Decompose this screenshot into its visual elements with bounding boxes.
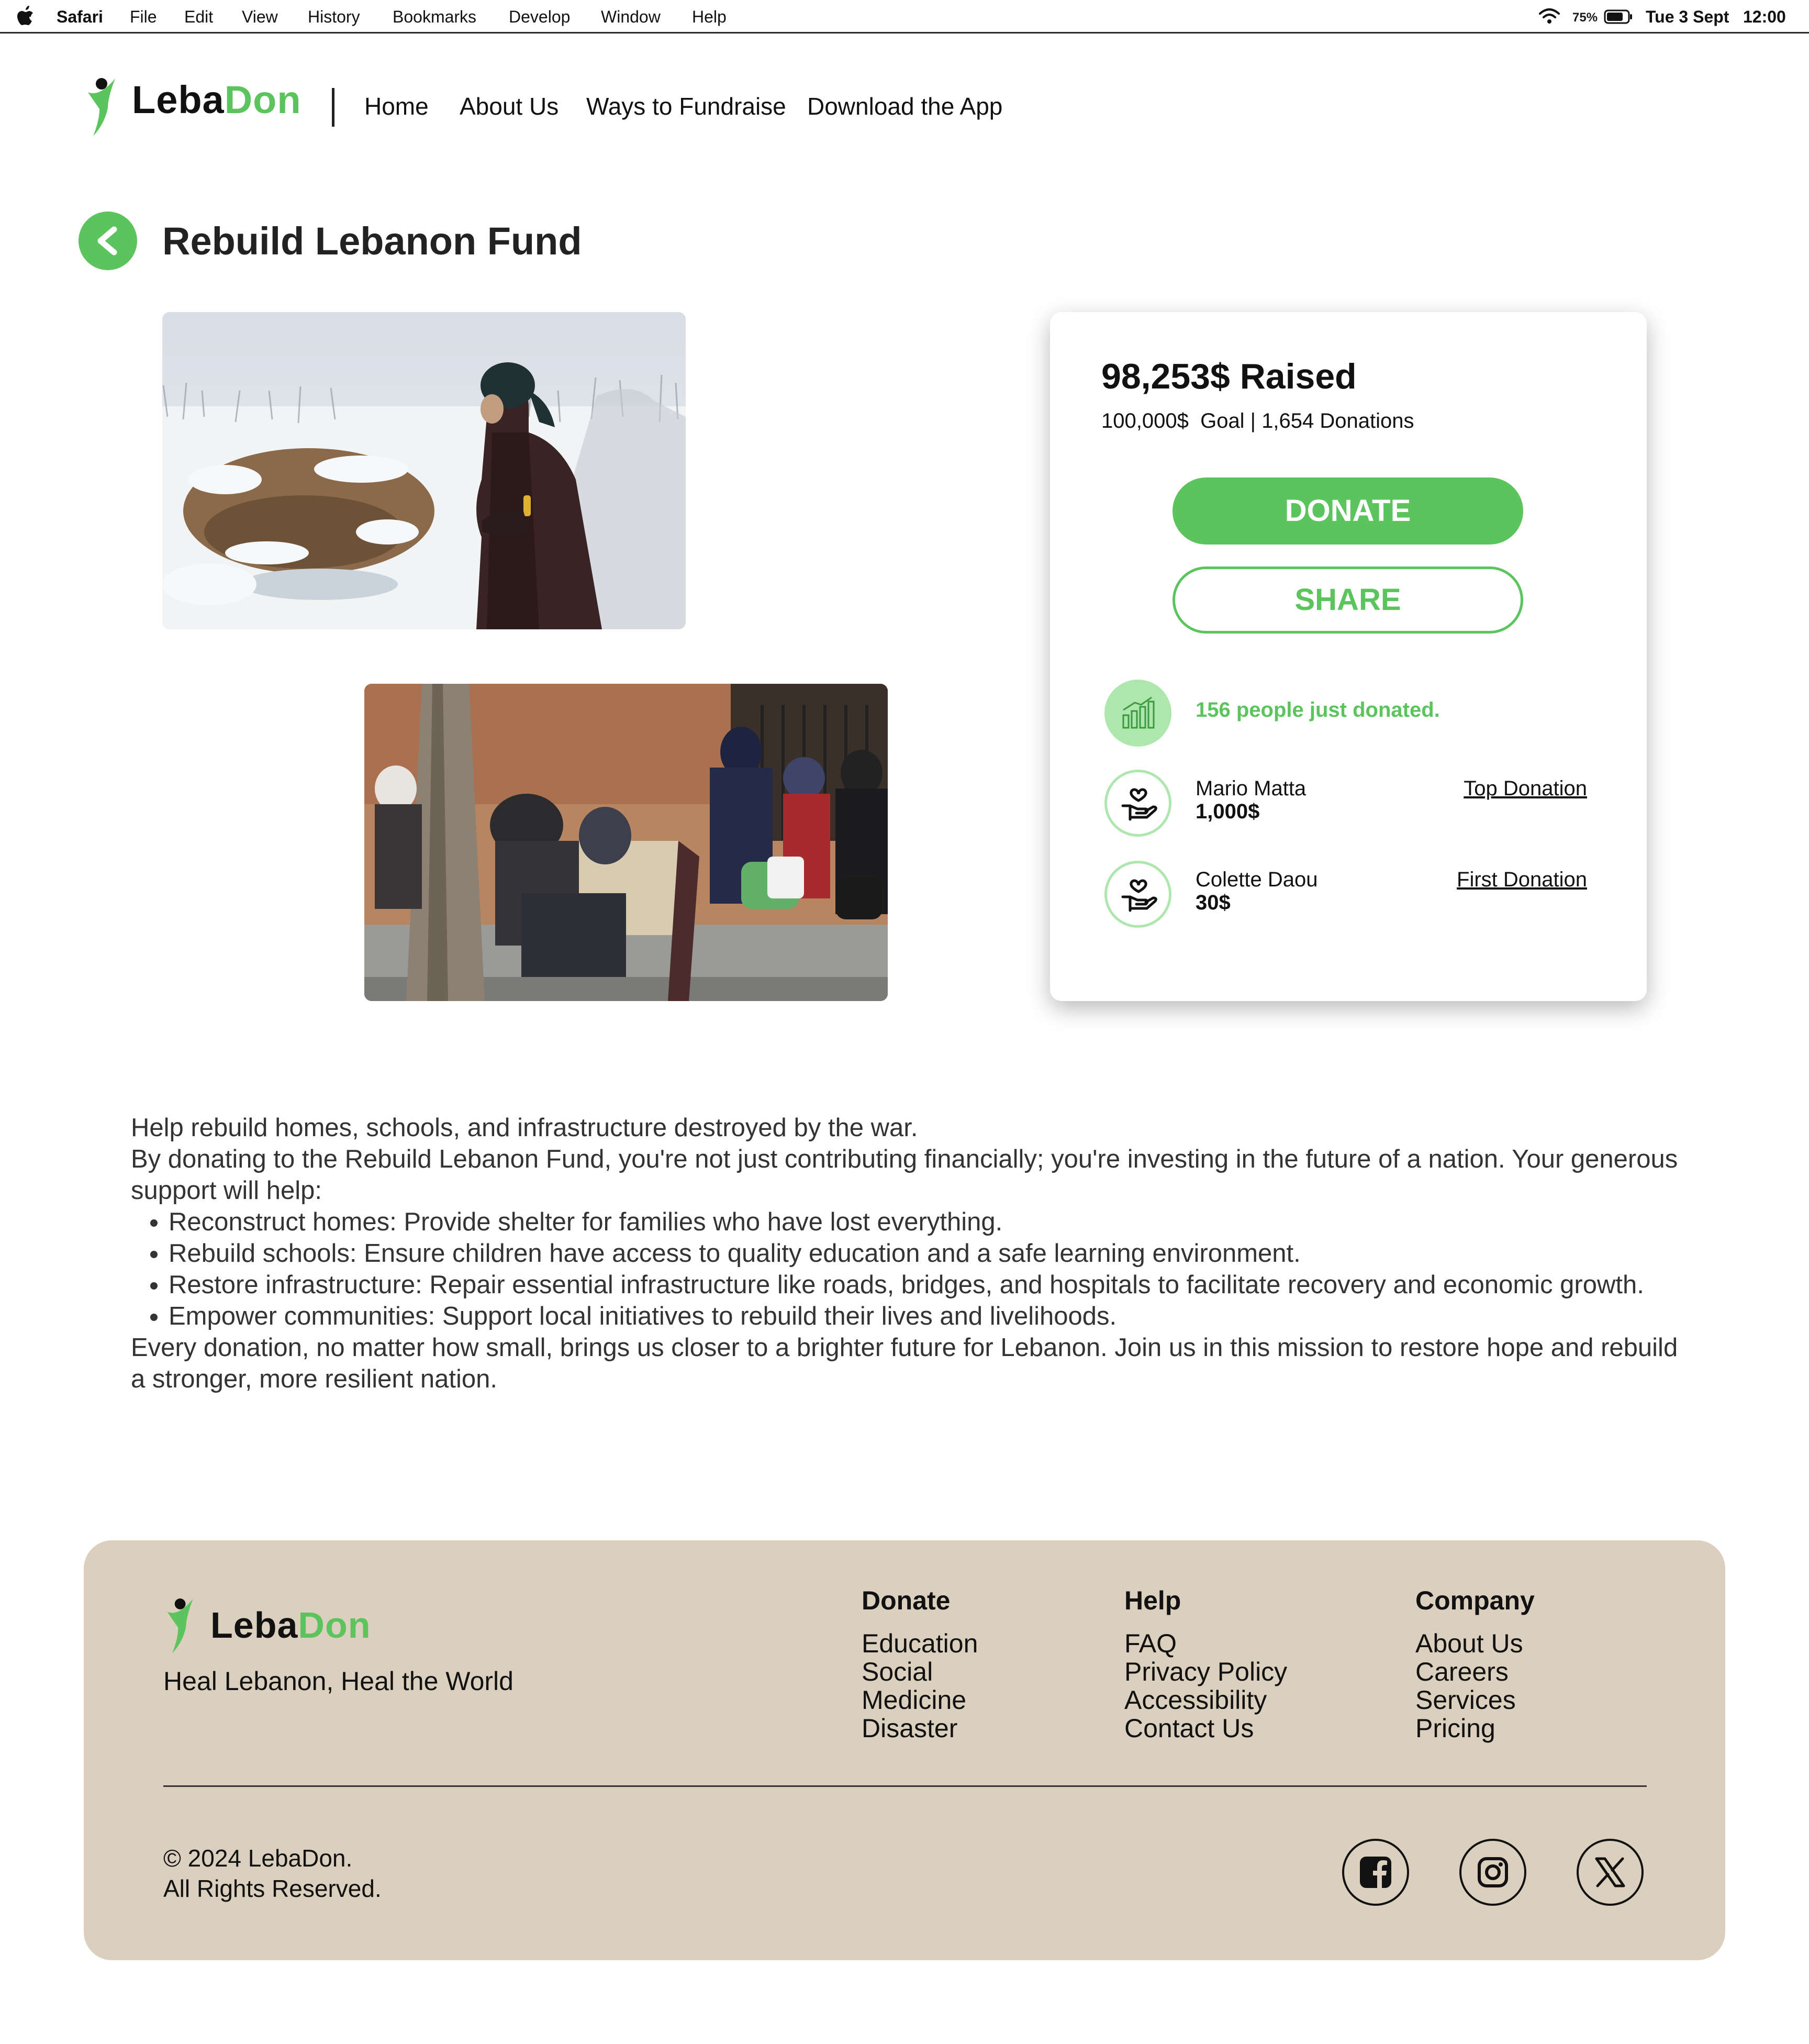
goal-summary: 100,000$ Goal | 1,654 Donations (1101, 409, 1414, 433)
footer-link-services[interactable]: Services (1415, 1686, 1535, 1714)
heart-hand-icon (1104, 861, 1171, 928)
description-closing: Every donation, no matter how small, bri… (131, 1334, 1678, 1393)
recent-donations-text: 156 people just donated. (1196, 698, 1440, 721)
page-title: Rebuild Lebanon Fund (162, 219, 582, 263)
footer-column-title: Company (1415, 1586, 1535, 1615)
site-footer: LebaDon Heal Lebanon, Heal the World Don… (84, 1540, 1725, 1960)
footer-link-accessibility[interactable]: Accessibility (1124, 1686, 1287, 1714)
nav-divider (332, 88, 334, 127)
nav-ways-to-fundraise[interactable]: Ways to Fundraise (586, 92, 786, 120)
site-logo[interactable]: LebaDon (84, 73, 314, 141)
donor-amount: 30$ (1196, 891, 1231, 914)
nav-download-app[interactable]: Download the App (807, 92, 1002, 120)
footer-column-help: Help FAQ Privacy Policy Accessibility Co… (1124, 1585, 1287, 1742)
menu-history[interactable]: History (308, 7, 360, 27)
wifi-icon[interactable] (1538, 7, 1561, 25)
list-item: Reconstruct homes: Provide shelter for f… (169, 1206, 1680, 1238)
menu-file[interactable]: File (130, 7, 157, 27)
nav-home[interactable]: Home (364, 92, 429, 120)
footer-link-privacy-policy[interactable]: Privacy Policy (1124, 1658, 1287, 1686)
logo-figure-icon (167, 1598, 193, 1653)
amount-raised: 98,253$ Raised (1101, 357, 1357, 396)
battery-icon[interactable] (1604, 9, 1633, 24)
footer-link-faq[interactable]: FAQ (1124, 1629, 1287, 1658)
donate-button[interactable]: DONATE (1172, 477, 1523, 545)
menu-develop[interactable]: Develop (509, 7, 570, 27)
menu-window[interactable]: Window (601, 7, 661, 27)
description-paragraph: By donating to the Rebuild Lebanon Fund,… (131, 1145, 1678, 1205)
menu-safari[interactable]: Safari (57, 7, 103, 27)
footer-link-medicine[interactable]: Medicine (862, 1686, 978, 1714)
goal-amount: 100,000$ (1101, 409, 1189, 432)
copyright-line: © 2024 LebaDon. (163, 1845, 353, 1872)
fund-description: Help rebuild homes, schools, and infrast… (131, 1112, 1680, 1395)
instagram-icon[interactable] (1459, 1839, 1526, 1906)
footer-column-title: Donate (862, 1586, 951, 1615)
menu-help[interactable]: Help (692, 7, 727, 27)
list-item: Rebuild schools: Ensure children have ac… (169, 1238, 1680, 1269)
footer-link-pricing[interactable]: Pricing (1415, 1714, 1535, 1742)
menu-edit[interactable]: Edit (184, 7, 213, 27)
logo-don: Don (298, 1605, 371, 1646)
list-item: Restore infrastructure: Repair essential… (169, 1269, 1680, 1301)
rights-line: All Rights Reserved. (163, 1875, 382, 1902)
donation-card: 98,253$ Raised 100,000$ Goal | 1,654 Don… (1050, 312, 1647, 1001)
top-donation-link[interactable]: Top Donation (1464, 777, 1587, 801)
menubar-date: Tue 3 Sept (1646, 7, 1729, 26)
footer-link-contact-us[interactable]: Contact Us (1124, 1714, 1287, 1742)
footer-column-company: Company About Us Careers Services Pricin… (1415, 1585, 1535, 1742)
logo-leba: Leba (210, 1605, 298, 1646)
first-donation-link[interactable]: First Donation (1457, 868, 1587, 892)
footer-link-disaster[interactable]: Disaster (862, 1714, 978, 1742)
footer-link-about-us[interactable]: About Us (1415, 1629, 1535, 1658)
facebook-icon[interactable] (1342, 1839, 1409, 1906)
menubar-time: 12:00 (1743, 7, 1786, 26)
footer-logo[interactable]: LebaDon (163, 1597, 394, 1660)
goal-label: Goal | 1,654 Donations (1200, 409, 1414, 432)
apple-icon[interactable] (16, 5, 35, 27)
back-button[interactable] (79, 212, 137, 270)
menu-view[interactable]: View (242, 7, 278, 27)
footer-column-title: Help (1124, 1586, 1181, 1615)
chevron-left-icon (97, 226, 117, 256)
benefits-list: Reconstruct homes: Provide shelter for f… (131, 1206, 1680, 1332)
photo-displaced-families (364, 684, 888, 1001)
donor-name: Colette Daou (1196, 868, 1318, 891)
description-intro: Help rebuild homes, schools, and infrast… (131, 1114, 918, 1142)
footer-link-careers[interactable]: Careers (1415, 1658, 1535, 1686)
footer-divider (163, 1785, 1647, 1787)
logo-don: Don (224, 78, 302, 121)
photo-snow-field (162, 312, 686, 629)
menu-bar: Safari File Edit View History Bookmarks … (0, 0, 1809, 34)
heart-hand-icon (1104, 770, 1171, 837)
x-icon[interactable] (1577, 1839, 1644, 1906)
donor-name: Mario Matta (1196, 777, 1306, 800)
share-button[interactable]: SHARE (1172, 566, 1523, 634)
footer-column-donate: Donate Education Social Medicine Disaste… (862, 1585, 978, 1742)
copyright: © 2024 LebaDon. All Rights Reserved. (163, 1843, 382, 1904)
logo-leba: Leba (132, 78, 225, 121)
logo-figure-icon (88, 78, 115, 136)
battery-percent: 75% (1572, 10, 1598, 25)
donor-amount: 1,000$ (1196, 800, 1260, 823)
list-item: Empower communities: Support local initi… (169, 1301, 1680, 1332)
footer-link-social[interactable]: Social (862, 1658, 978, 1686)
footer-tagline: Heal Lebanon, Heal the World (163, 1667, 513, 1696)
footer-link-education[interactable]: Education (862, 1629, 978, 1658)
trend-chart-icon (1104, 680, 1171, 747)
nav-about-us[interactable]: About Us (460, 92, 559, 120)
menu-bookmarks[interactable]: Bookmarks (393, 7, 476, 27)
